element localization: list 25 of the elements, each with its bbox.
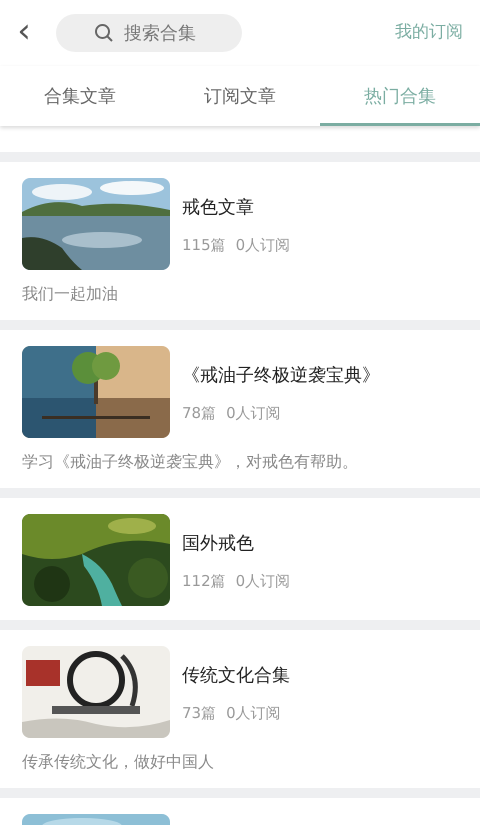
article-count: 112篇 xyxy=(182,571,226,592)
collection-description: 学习《戒油子终极逆袭宝典》，对戒色有帮助。 xyxy=(22,451,359,473)
article-count: 73篇 xyxy=(182,703,216,724)
article-count: 115篇 xyxy=(182,235,226,256)
back-button[interactable]: ‹ xyxy=(2,11,46,55)
collection-description: 传承传统文化，做好中国人 xyxy=(22,751,215,773)
tab[interactable]: 订阅文章 xyxy=(160,66,320,126)
collection-card[interactable]: 传统文化合集 73篇 0人订阅 传承传统文化，做好中国人 xyxy=(0,630,480,788)
subscriber-count: 0人订阅 xyxy=(226,703,281,724)
collection-card[interactable]: 国外戒色 112篇 0人订阅 xyxy=(0,498,480,620)
search-field[interactable]: 搜索合集 xyxy=(56,14,242,52)
collection-card[interactable]: 《戒油子终极逆袭宝典》 78篇 0人订阅 学习《戒油子终极逆袭宝典》，对戒色有帮助。 xyxy=(0,330,480,488)
subscriber-count: 0人订阅 xyxy=(226,403,281,424)
article-count: 78篇 xyxy=(182,403,216,424)
search-input[interactable]: 搜索合集 xyxy=(124,20,224,46)
subscriber-count: 0人订阅 xyxy=(236,235,290,256)
collection-title: 《戒油子终极逆袭宝典》 xyxy=(182,364,380,388)
collection-title: 传统文化合集 xyxy=(182,664,290,688)
search-icon xyxy=(94,23,114,43)
collection-card[interactable]: 戒色文章 115篇 0人订阅 我们一起加油 xyxy=(0,162,480,320)
tab[interactable]: 合集文章 xyxy=(0,66,160,126)
collection-title: 戒色文章 xyxy=(182,196,255,220)
subscriber-count: 0人订阅 xyxy=(236,571,290,592)
collection-description: 我们一起加油 xyxy=(22,283,119,305)
collection-title: 国外戒色 xyxy=(182,532,255,556)
